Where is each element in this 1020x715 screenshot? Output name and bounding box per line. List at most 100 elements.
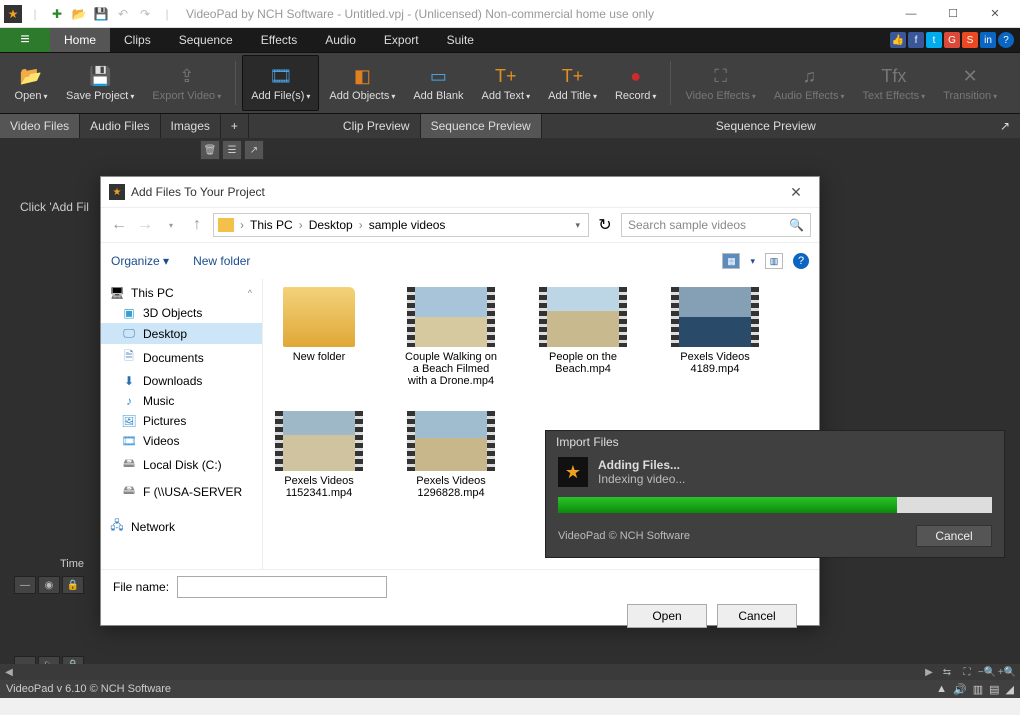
status-up-icon[interactable]: ▲ [936,683,947,696]
help-icon[interactable]: ? [998,32,1014,48]
twitter-icon[interactable]: t [926,32,942,48]
view-dropdown-icon[interactable]: ▾ [750,256,755,267]
tab-video-files[interactable]: Video Files [0,114,80,138]
status-layout1-icon[interactable]: ▥ [973,683,983,696]
status-vol-icon[interactable]: 🔊 [953,683,967,696]
tree-desktop[interactable]: 🖵Desktop [101,323,262,344]
export-video-button[interactable]: ⇪Export Video [144,55,229,111]
linkedin-icon[interactable]: in [980,32,996,48]
timeline-scrollbar[interactable]: ◀ ▶ ⇆ ⛶ −🔍 +🔍 [0,664,1020,680]
nav-refresh-icon[interactable]: ↻ [595,215,615,235]
quick-save-icon[interactable]: 💾 [92,5,110,23]
tab-images[interactable]: Images [161,114,221,138]
file-item-video[interactable]: Couple Walking on a Beach Filmed with a … [403,287,499,387]
scroll-left-icon[interactable]: ◀ [0,664,18,680]
quick-open-icon[interactable]: 📂 [70,5,88,23]
view-preview-icon[interactable]: ▥ [765,253,783,269]
close-button[interactable]: ✕ [974,0,1016,28]
facebook-icon[interactable]: f [908,32,924,48]
menu-export[interactable]: Export [370,28,433,52]
import-cancel-button[interactable]: Cancel [916,525,992,547]
tab-audio-files[interactable]: Audio Files [80,114,160,138]
record-button[interactable]: ●Record [607,55,664,111]
menu-home[interactable]: Home [50,28,110,52]
file-item-video[interactable]: Pexels Videos 1296828.mp4 [403,411,499,499]
dialog-cancel-button[interactable]: Cancel [717,604,797,628]
quick-redo-icon[interactable]: ↷ [136,5,154,23]
like-icon[interactable]: 👍 [890,32,906,48]
nav-up-icon[interactable]: ↑ [187,216,207,234]
window-title: VideoPad by NCH Software - Untitled.vpj … [186,7,890,21]
zoom-link-icon[interactable]: ⇆ [938,665,956,679]
tree-music[interactable]: ♪Music [101,391,262,411]
nav-dropdown-icon[interactable]: ▾ [161,221,181,230]
file-item-folder[interactable]: New folder [271,287,367,387]
audio-effects-button[interactable]: ♫Audio Effects [766,55,853,111]
zoom-out-icon[interactable]: −🔍 [978,665,996,679]
add-blank-button[interactable]: ▭Add Blank [405,55,471,111]
tree-network-drive[interactable]: 🖴F (\\USA-SERVER [101,478,262,505]
dialog-help-icon[interactable]: ? [793,253,809,269]
nav-forward-icon[interactable]: → [135,216,155,234]
breadcrumb-item[interactable]: sample videos [365,218,450,232]
add-objects-button[interactable]: ◧Add Objects [321,55,403,111]
menu-audio[interactable]: Audio [311,28,370,52]
zoom-in-icon[interactable]: +🔍 [998,665,1016,679]
tree-3d-objects[interactable]: ▣3D Objects [101,303,262,323]
menu-sequence[interactable]: Sequence [165,28,247,52]
tab-add[interactable]: + [221,114,249,138]
tab-sequence-preview[interactable]: Sequence Preview [421,114,542,138]
timeline-view-icon[interactable]: ◉ [38,576,60,594]
nav-back-icon[interactable]: ← [109,216,129,234]
file-item-video[interactable]: Pexels Videos 1152341.mp4 [271,411,367,499]
video-effects-button[interactable]: ⛶Video Effects [677,55,763,111]
bin-popout-icon[interactable]: ↗ [244,140,264,160]
dialog-open-button[interactable]: Open [627,604,707,628]
tree-local-disk[interactable]: 🖴Local Disk (C:) [101,451,262,478]
save-project-button[interactable]: 💾Save Project [58,55,142,111]
quick-undo-icon[interactable]: ↶ [114,5,132,23]
file-item-video[interactable]: Pexels Videos 4189.mp4 [667,287,763,387]
stumble-icon[interactable]: S [962,32,978,48]
maximize-button[interactable]: ☐ [932,0,974,28]
hamburger-menu-button[interactable]: ≡ [0,28,50,52]
transition-button[interactable]: ✕Transition [935,55,1005,111]
add-files-button[interactable]: 🎞Add File(s) [242,55,319,111]
search-input[interactable]: Search sample videos 🔍 [621,213,811,237]
open-button[interactable]: 📂Open [6,55,56,111]
dialog-close-icon[interactable]: ✕ [781,184,811,201]
text-effects-button[interactable]: TfxText Effects [855,55,934,111]
tab-clip-preview[interactable]: Clip Preview [333,114,421,138]
organize-button[interactable]: Organize ▾ [111,254,169,268]
status-signal-icon[interactable]: ◢ [1006,683,1014,696]
scroll-right-icon[interactable]: ▶ [920,664,938,680]
tree-network[interactable]: 🖧Network [101,513,262,540]
file-item-video[interactable]: People on the Beach.mp4 [535,287,631,387]
minimize-button[interactable]: — [890,0,932,28]
tree-downloads[interactable]: ⬇Downloads [101,371,262,391]
tree-documents[interactable]: 🗎Documents [101,344,262,371]
tree-videos[interactable]: 🎞Videos [101,431,262,451]
new-folder-button[interactable]: New folder [193,254,250,268]
timeline-collapse-icon[interactable]: — [14,576,36,594]
breadcrumb-item[interactable]: This PC [246,218,297,232]
status-layout2-icon[interactable]: ▤ [989,683,999,696]
breadcrumb-item[interactable]: Desktop [305,218,357,232]
breadcrumb-bar[interactable]: › This PC › Desktop › sample videos ▾ [213,213,589,237]
zoom-fit-icon[interactable]: ⛶ [958,665,976,679]
menu-clips[interactable]: Clips [110,28,165,52]
timeline-lock-icon[interactable]: 🔒 [62,576,84,594]
tree-this-pc[interactable]: 🖥This PC^ [101,283,262,303]
bin-list-icon[interactable]: ☰ [222,140,242,160]
view-thumbnail-icon[interactable]: ▦ [722,253,740,269]
panel-popout-icon[interactable]: ↗ [990,114,1020,138]
menu-effects[interactable]: Effects [247,28,311,52]
menu-suite[interactable]: Suite [433,28,488,52]
quick-new-icon[interactable]: ✚ [48,5,66,23]
add-text-button[interactable]: T+Add Text [474,55,539,111]
add-title-button[interactable]: T+Add Title [540,55,605,111]
google-icon[interactable]: G [944,32,960,48]
tree-pictures[interactable]: 🖼Pictures [101,411,262,431]
bin-delete-icon[interactable]: 🗑 [200,140,220,160]
filename-input[interactable] [177,576,387,598]
